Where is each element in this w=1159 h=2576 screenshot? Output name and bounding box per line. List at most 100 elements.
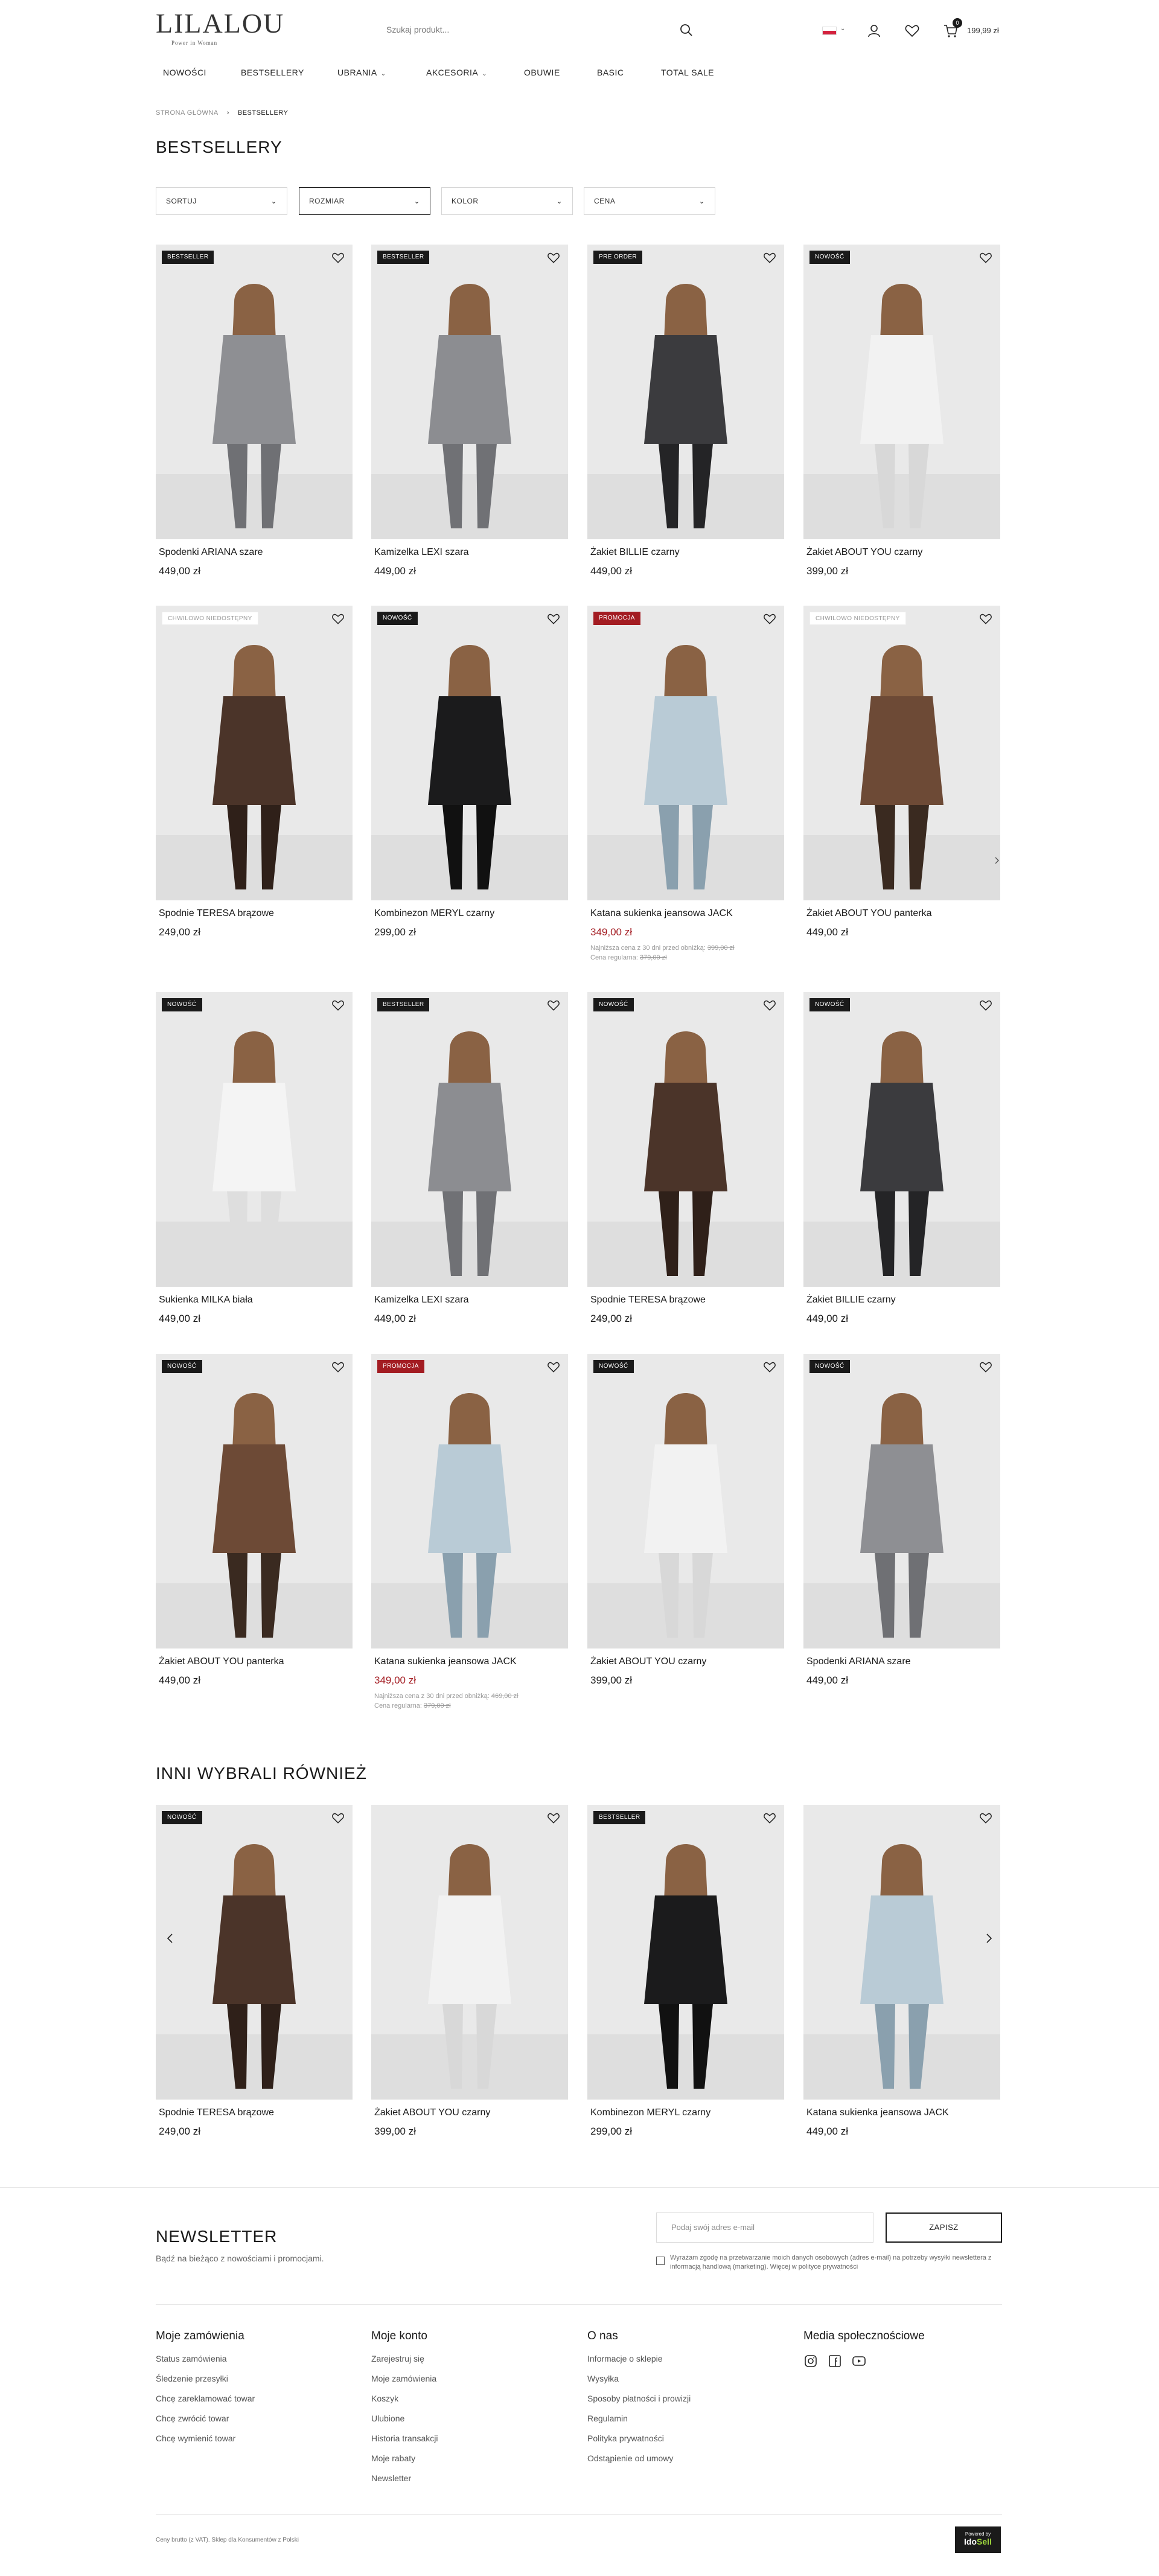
product-name[interactable]: Żakiet ABOUT YOU czarny	[587, 1656, 784, 1667]
product-image[interactable]: PROMOCJA	[587, 606, 784, 900]
product-name[interactable]: Żakiet ABOUT YOU panterka	[803, 908, 1000, 919]
product-card[interactable]: BESTSELLER Kombinezon MERYL czarny 299,00 …	[587, 1805, 784, 2138]
product-image[interactable]: CHWILOWO NIEDOSTĘPNY	[156, 606, 353, 900]
heart-icon[interactable]	[546, 612, 561, 626]
product-image[interactable]: NOWOŚĆ	[587, 1354, 784, 1648]
product-card[interactable]: BESTSELLER Kamizelka LEXI szara 449,00 zł	[371, 245, 568, 577]
product-image[interactable]: NOWOŚĆ	[803, 992, 1000, 1287]
youtube-icon[interactable]	[852, 2354, 866, 2368]
product-name[interactable]: Spodenki ARIANA szare	[156, 547, 353, 558]
product-image[interactable]: NOWOŚĆ	[156, 1805, 353, 2100]
product-image[interactable]: NOWOŚĆ	[587, 992, 784, 1287]
product-name[interactable]: Katana sukienka jeansowa JACK	[587, 908, 784, 919]
heart-icon[interactable]	[762, 1360, 777, 1374]
product-card[interactable]: NOWOŚĆ Żakiet ABOUT YOU czarny 399,00 zł	[803, 245, 1000, 577]
carousel-next-arrow[interactable]	[982, 1931, 996, 1946]
filter-sort[interactable]: SORTUJ ⌄	[156, 187, 287, 215]
product-name[interactable]: Spodnie TERESA brązowe	[156, 2107, 353, 2118]
newsletter-email-input[interactable]: Podaj swój adres e-mail	[656, 2212, 873, 2243]
product-card[interactable]: NOWOŚĆ Żakiet BILLIE czarny 449,00 zł	[803, 992, 1000, 1325]
nav-item-basic[interactable]: BASIC	[597, 68, 624, 77]
heart-icon[interactable]	[762, 998, 777, 1013]
account-icon[interactable]	[866, 22, 883, 39]
product-name[interactable]: Katana sukienka jeansowa JACK	[803, 2107, 1000, 2118]
footer-link[interactable]: Polityka prywatności	[587, 2433, 768, 2443]
footer-link[interactable]: Informacje o sklepie	[587, 2354, 768, 2363]
product-image[interactable]: NOWOŚĆ	[371, 606, 568, 900]
product-card[interactable]: Żakiet ABOUT YOU czarny 399,00 zł	[371, 1805, 568, 2138]
product-card[interactable]: NOWOŚĆ Spodnie TERESA brązowe 249,00 zł	[156, 1805, 353, 2138]
product-card[interactable]: PRE ORDER Żakiet BILLIE czarny 449,00 zł	[587, 245, 784, 577]
product-image[interactable]: BESTSELLER	[587, 1805, 784, 2100]
cart-total[interactable]: 199,99 zł	[967, 26, 999, 35]
footer-link[interactable]: Historia transakcji	[371, 2433, 552, 2443]
footer-link[interactable]: Chcę wymienić towar	[156, 2433, 337, 2443]
product-name[interactable]: Spodnie TERESA brązowe	[156, 908, 353, 919]
filter-size[interactable]: ROZMIAR ⌄	[299, 187, 430, 215]
heart-icon[interactable]	[546, 1811, 561, 1825]
heart-icon[interactable]	[546, 251, 561, 265]
product-card[interactable]: PROMOCJA Katana sukienka jeansowa JACK 349…	[587, 606, 784, 963]
filter-price[interactable]: CENA ⌄	[584, 187, 715, 215]
footer-link[interactable]: Chcę zareklamować towar	[156, 2394, 337, 2403]
idosell-badge[interactable]: Powered by IdoSell	[955, 2526, 1001, 2553]
product-name[interactable]: Kamizelka LEXI szara	[371, 547, 568, 558]
logo[interactable]: LILALOU Power in Woman	[156, 10, 283, 53]
product-image[interactable]	[803, 1805, 1000, 2100]
footer-link[interactable]: Moje zamówienia	[371, 2374, 552, 2383]
product-card[interactable]: CHWILOWO NIEDOSTĘPNY Żakiet ABOUT YOU pan…	[803, 606, 1000, 938]
product-name[interactable]: Spodnie TERESA brązowe	[587, 1295, 784, 1306]
newsletter-consent-checkbox[interactable]	[656, 2257, 665, 2265]
product-card[interactable]: Katana sukienka jeansowa JACK 449,00 zł	[803, 1805, 1000, 2138]
carousel-prev-arrow[interactable]	[163, 1931, 177, 1946]
nav-item-ubrania[interactable]: UBRANIA ⌄	[337, 68, 386, 77]
nav-item-total-sale[interactable]: TOTAL SALE	[661, 68, 714, 77]
product-image[interactable]: NOWOŚĆ	[803, 245, 1000, 539]
footer-link[interactable]: Chcę zwrócić towar	[156, 2414, 337, 2423]
product-card[interactable]: NOWOŚĆ Sukienka MILKA biała 449,00 zł	[156, 992, 353, 1325]
heart-icon[interactable]	[331, 251, 345, 265]
filter-color[interactable]: KOLOR ⌄	[441, 187, 573, 215]
product-image[interactable]: PRE ORDER	[587, 245, 784, 539]
product-image[interactable]	[371, 1805, 568, 2100]
product-name[interactable]: Katana sukienka jeansowa JACK	[371, 1656, 568, 1667]
product-name[interactable]: Spodenki ARIANA szare	[803, 1656, 1000, 1667]
facebook-icon[interactable]	[828, 2354, 842, 2368]
product-card[interactable]: NOWOŚĆ Spodnie TERESA brązowe 249,00 zł	[587, 992, 784, 1325]
footer-link[interactable]: Regulamin	[587, 2414, 768, 2423]
product-card[interactable]: BESTSELLER Kamizelka LEXI szara 449,00 zł	[371, 992, 568, 1325]
search-input[interactable]	[374, 19, 664, 40]
heart-icon[interactable]	[546, 998, 561, 1013]
product-image[interactable]: BESTSELLER	[371, 992, 568, 1287]
product-image[interactable]: NOWOŚĆ	[803, 1354, 1000, 1648]
product-card[interactable]: PROMOCJA Katana sukienka jeansowa JACK 349…	[371, 1354, 568, 1711]
product-name[interactable]: Kombinezon MERYL czarny	[371, 908, 568, 919]
image-next-arrow[interactable]	[990, 853, 1004, 868]
breadcrumb-home[interactable]: STRONA GŁÓWNA	[156, 109, 219, 117]
product-name[interactable]: Kamizelka LEXI szara	[371, 1295, 568, 1306]
footer-link[interactable]: Koszyk	[371, 2394, 552, 2403]
heart-icon[interactable]	[762, 612, 777, 626]
wishlist-icon[interactable]	[904, 22, 921, 39]
newsletter-submit-button[interactable]: ZAPISZ	[886, 2212, 1002, 2243]
product-card[interactable]: BESTSELLER Spodenki ARIANA szare 449,00 zł	[156, 245, 353, 577]
footer-link[interactable]: Ulubione	[371, 2414, 552, 2423]
heart-icon[interactable]	[331, 998, 345, 1013]
language-flag-pl[interactable]	[822, 27, 837, 35]
footer-link[interactable]: Moje rabaty	[371, 2453, 552, 2463]
heart-icon[interactable]	[979, 612, 993, 626]
footer-link[interactable]: Wysyłka	[587, 2374, 768, 2383]
product-name[interactable]: Żakiet ABOUT YOU czarny	[803, 547, 1000, 558]
heart-icon[interactable]	[762, 1811, 777, 1825]
heart-icon[interactable]	[979, 1811, 993, 1825]
search-icon[interactable]	[679, 23, 694, 37]
product-image[interactable]: BESTSELLER	[156, 245, 353, 539]
product-image[interactable]: CHWILOWO NIEDOSTĘPNY	[803, 606, 1000, 900]
heart-icon[interactable]	[979, 1360, 993, 1374]
footer-link[interactable]: Newsletter	[371, 2473, 552, 2483]
footer-link[interactable]: Śledzenie przesyłki	[156, 2374, 337, 2383]
product-name[interactable]: Żakiet ABOUT YOU panterka	[156, 1656, 353, 1667]
footer-link[interactable]: Zarejestruj się	[371, 2354, 552, 2363]
heart-icon[interactable]	[331, 1811, 345, 1825]
product-image[interactable]: PROMOCJA	[371, 1354, 568, 1648]
